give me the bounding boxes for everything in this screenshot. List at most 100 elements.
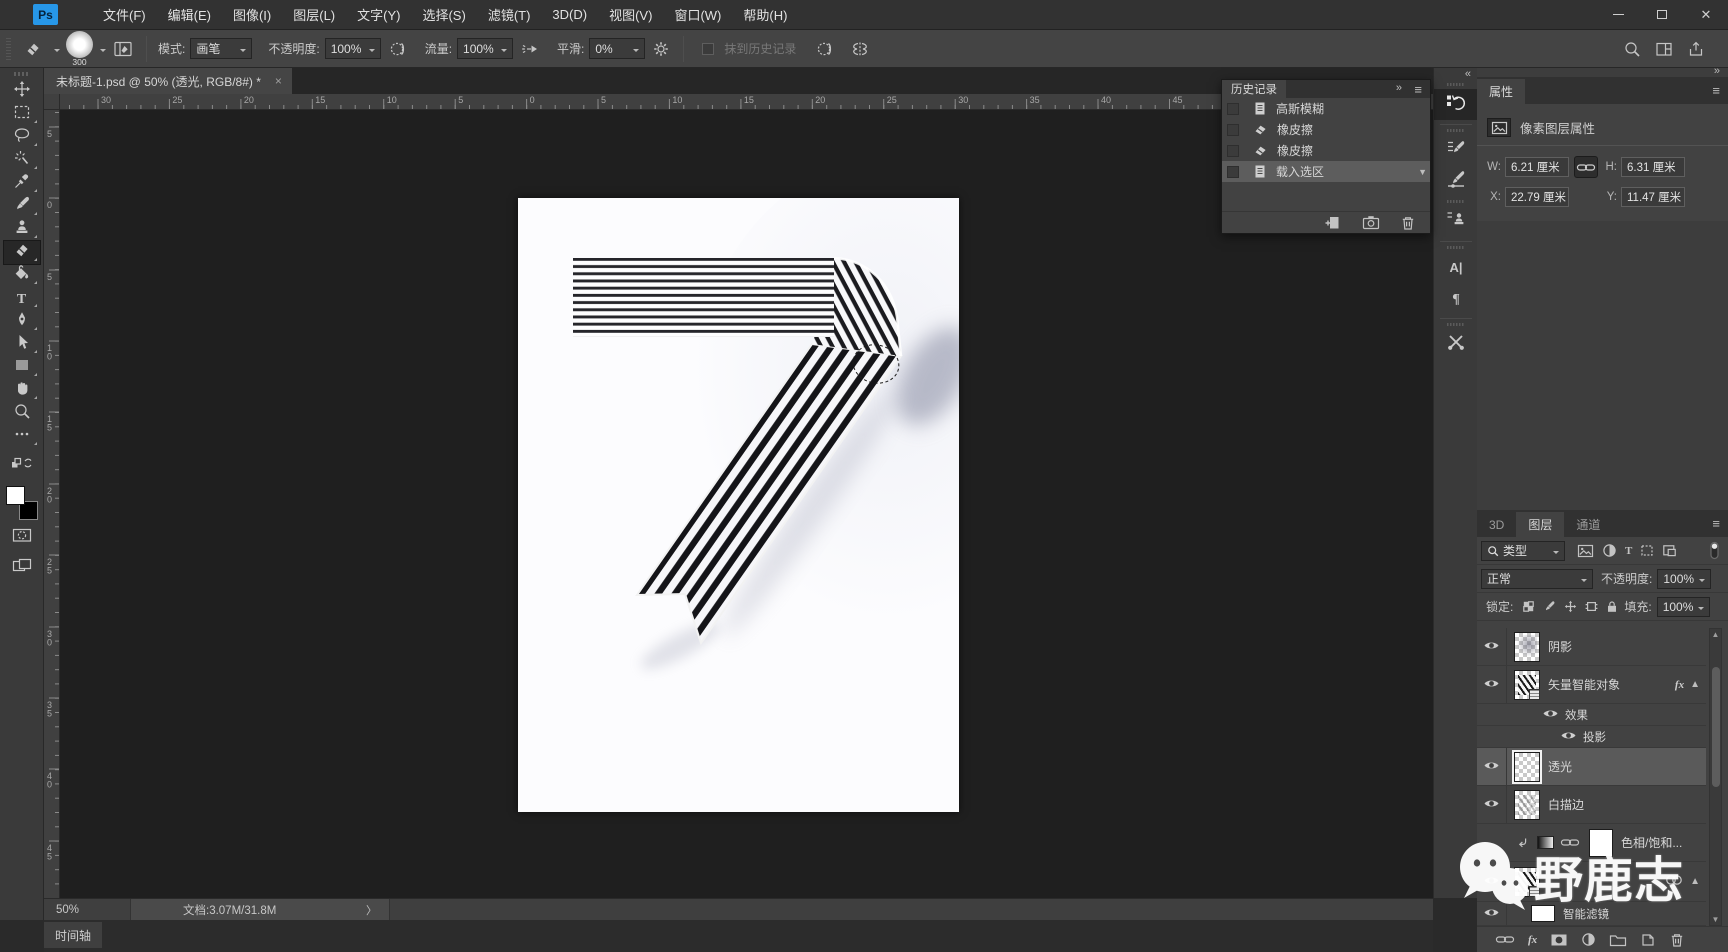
minimize-button[interactable] [1596, 0, 1640, 30]
tab-timeline[interactable]: 时间轴 [44, 922, 103, 948]
blend-mode-select[interactable]: 正常 [1481, 568, 1593, 589]
symmetry-icon[interactable] [849, 40, 871, 58]
adjustment-mask-thumbnail[interactable] [1589, 828, 1613, 857]
trash-button[interactable] [1669, 932, 1685, 948]
smoothing-select[interactable]: 0% [589, 38, 646, 59]
size-pressure-icon[interactable] [815, 40, 835, 58]
tab-通道[interactable]: 通道 [1564, 512, 1612, 537]
menu-item[interactable]: 滤镜(T) [477, 0, 542, 30]
tool-marquee[interactable] [4, 103, 40, 126]
filter-smart-icon[interactable] [1662, 544, 1677, 557]
tool-eraser[interactable] [2, 240, 41, 265]
mode-select[interactable]: 画笔 [190, 38, 253, 59]
new-doc-from-state-button[interactable] [1324, 215, 1342, 231]
document-info-segment[interactable]: 文档:3.07M/31.8M 〉 [130, 898, 390, 921]
history-row[interactable]: 高斯模糊 [1222, 98, 1430, 119]
menu-item[interactable]: 图层(L) [282, 0, 346, 30]
layer-visibility-toggle[interactable] [1477, 786, 1507, 823]
filter-toggle[interactable] [1709, 541, 1720, 560]
zoom-level-field[interactable]: 50% [56, 904, 102, 916]
layer-opacity-select[interactable]: 100% [1657, 568, 1712, 589]
layers-scrollbar[interactable]: ▲ ▼ [1709, 628, 1722, 926]
layer-row[interactable]: 色相/饱和... [1477, 824, 1706, 862]
collapse-effects-icon[interactable]: ▲ [1690, 679, 1700, 690]
history-row[interactable]: 橡皮擦 [1222, 119, 1430, 140]
menu-item[interactable]: 窗口(W) [663, 0, 732, 30]
document-tab[interactable]: 未标题-1.psd @ 50% (透光, RGB/8#) * × [44, 68, 292, 94]
link-dimensions-button[interactable] [1574, 156, 1598, 178]
layer-thumbnail[interactable] [1514, 631, 1540, 662]
h-field[interactable]: 6.31 厘米 [1621, 157, 1685, 177]
status-chevron-icon[interactable]: 〉 [366, 902, 377, 918]
flow-select[interactable]: 100% [457, 38, 514, 59]
eraser-tool-preset-icon[interactable] [24, 40, 42, 58]
tool-preset-dropdown-arrow[interactable] [54, 48, 60, 55]
filter-mask-thumbnail[interactable] [1531, 905, 1555, 922]
tool-move[interactable] [4, 80, 40, 103]
tab-3D[interactable]: 3D [1477, 512, 1516, 537]
brush-panel-toggle-icon[interactable] [113, 40, 133, 58]
lock-artboard-icon[interactable] [1585, 600, 1598, 613]
brush-picker-arrow[interactable] [100, 48, 106, 55]
layer-row[interactable]: 投影 [1477, 726, 1706, 748]
history-source-well[interactable] [1227, 165, 1239, 178]
tool-magic-wand[interactable] [4, 149, 40, 172]
tab-close-icon[interactable]: × [275, 74, 282, 88]
panel-menu-icon[interactable]: ≡ [1712, 83, 1720, 98]
tool-brush[interactable] [4, 195, 40, 218]
tool-type[interactable]: T [4, 287, 40, 310]
opacity-select[interactable]: 100% [324, 38, 381, 59]
collapse-filters-icon[interactable]: ▲ [1690, 876, 1700, 887]
tab-history[interactable]: 历史记录 [1222, 80, 1286, 98]
dock-history-dock[interactable] [1434, 89, 1478, 120]
layer-thumbnail[interactable] [1514, 866, 1540, 897]
layer-thumbnail[interactable] [1514, 789, 1540, 820]
history-row[interactable]: 橡皮擦 [1222, 140, 1430, 161]
x-field[interactable]: 22.79 厘米 [1505, 187, 1569, 207]
dock-paragraph-dock[interactable]: ¶ [1434, 283, 1478, 314]
history-row[interactable]: 载入选区 ▼ [1222, 161, 1430, 182]
tab-properties[interactable]: 属性 [1477, 79, 1526, 104]
dock-clone-source-dock[interactable] [1434, 206, 1478, 237]
scrollbar-thumb[interactable] [1711, 667, 1720, 787]
new-snapshot-button[interactable] [1362, 215, 1380, 230]
close-button[interactable]: ✕ [1684, 0, 1728, 30]
filter-adjustment-icon[interactable] [1602, 543, 1617, 558]
menu-item[interactable]: 选择(S) [411, 0, 476, 30]
link-button[interactable] [1495, 934, 1515, 945]
menu-item[interactable]: 编辑(E) [157, 0, 222, 30]
quick-mask-icon[interactable] [4, 524, 40, 550]
lock-position-icon[interactable] [1564, 600, 1577, 613]
adjustment-button[interactable] [1581, 932, 1596, 947]
share-icon[interactable] [1687, 41, 1705, 57]
folder-button[interactable] [1609, 933, 1627, 947]
layer-row[interactable]: ▲ [1477, 862, 1706, 902]
fill-select[interactable]: 100% [1656, 596, 1711, 617]
menu-item[interactable]: 文件(F) [92, 0, 157, 30]
opacity-pressure-icon[interactable] [388, 40, 408, 58]
w-field[interactable]: 6.21 厘米 [1505, 157, 1569, 177]
menu-item[interactable]: 视图(V) [598, 0, 663, 30]
layer-visibility-toggle[interactable] [1477, 748, 1507, 785]
erase-to-history-checkbox[interactable] [702, 42, 715, 55]
layer-fx-icon[interactable]: fx [1675, 679, 1684, 691]
foreground-color-chip[interactable] [5, 486, 25, 505]
layer-row[interactable]: 智能滤镜 [1477, 902, 1706, 926]
filter-shape-icon[interactable] [1640, 544, 1654, 557]
dock-character-dock[interactable]: A| [1434, 252, 1478, 283]
layer-row[interactable]: 矢量智能对象 fx ▲ [1477, 666, 1706, 704]
new-layer-button[interactable] [1640, 932, 1656, 948]
tool-path-select[interactable] [4, 333, 40, 356]
workspace-icon[interactable] [1655, 41, 1673, 57]
dock-tool-presets-dock[interactable] [1434, 329, 1478, 360]
add-mask-button[interactable] [1550, 933, 1568, 947]
layer-row[interactable]: 白描边 [1477, 786, 1706, 824]
tool-more-tools[interactable] [4, 425, 40, 448]
dock-brushes-dock[interactable] [1434, 166, 1478, 197]
history-collapse-icon[interactable]: » [1396, 82, 1402, 94]
tab-图层[interactable]: 图层 [1516, 512, 1565, 537]
tool-pen[interactable] [4, 310, 40, 333]
layer-visibility-toggle[interactable] [1535, 704, 1565, 725]
menu-item[interactable]: 图像(I) [222, 0, 282, 30]
search-icon[interactable] [1623, 40, 1641, 58]
